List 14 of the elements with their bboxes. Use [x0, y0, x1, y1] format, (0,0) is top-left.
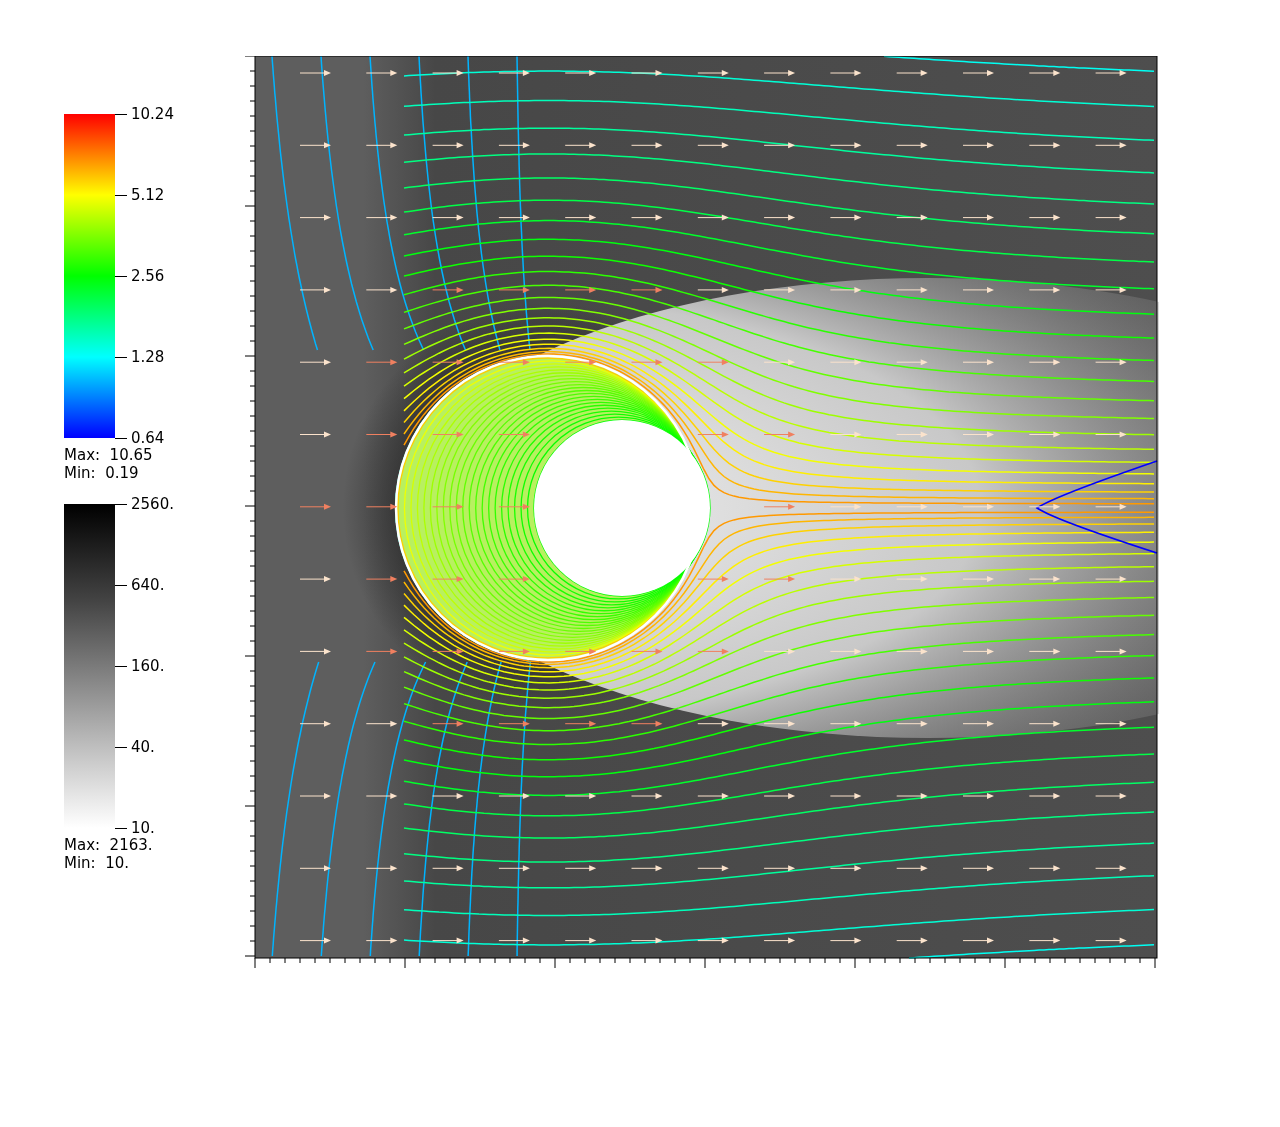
- legend-tick-label: 10.: [131, 820, 155, 836]
- legend-min-label: Min: 10.: [64, 854, 131, 872]
- legend-tick-label: 2.56: [131, 268, 165, 284]
- legend-tick-label: 40.: [131, 739, 155, 755]
- legend-max-label: Max: 2163.: [64, 836, 154, 854]
- legend-tick-label: 2560.: [131, 496, 174, 512]
- legend-tick-label: 0.64: [131, 430, 165, 446]
- legend-tick-label: 640.: [131, 577, 165, 593]
- legend-max-label: Max: 10.65: [64, 446, 154, 464]
- legend-tick-label: 10.24: [131, 106, 174, 122]
- legend-tick-label: 5.12: [131, 187, 165, 203]
- legend-tick-label: 160.: [131, 658, 165, 674]
- legend-tick-label: 1.28: [131, 349, 165, 365]
- legend-min-label: Min: 0.19: [64, 464, 140, 482]
